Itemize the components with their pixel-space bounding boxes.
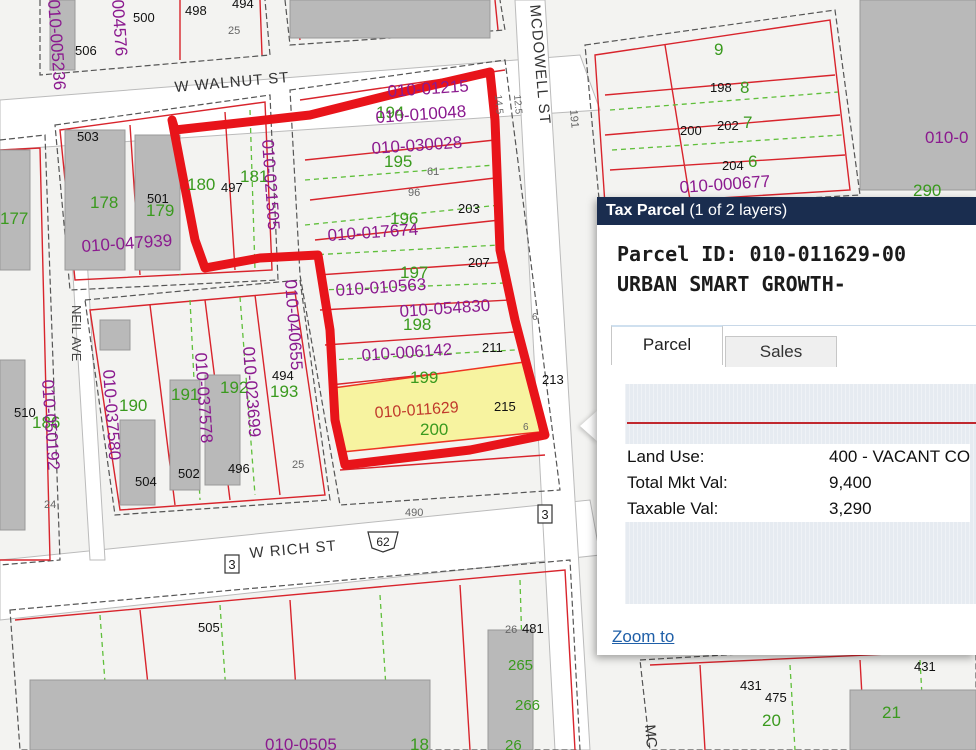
parcel-tab-panel: Land Use: 400 - VACANT CO Total Mkt Val:… (625, 384, 976, 604)
popup-header-title: Tax Parcel (606, 202, 685, 219)
svg-text:475: 475 (765, 690, 787, 705)
popup-header: Tax Parcel (1 of 2 layers) (597, 197, 976, 225)
svg-text:505: 505 (198, 620, 220, 635)
svg-text:500: 500 (133, 10, 155, 25)
zoom-to-link[interactable]: Zoom to (612, 627, 674, 647)
svg-text:3: 3 (228, 557, 235, 572)
svg-text:96: 96 (408, 187, 420, 199)
svg-text:498: 498 (185, 3, 207, 18)
attribute-table: Land Use: 400 - VACANT CO Total Mkt Val:… (625, 444, 971, 522)
attr-key: Land Use: (625, 444, 825, 470)
svg-text:199: 199 (410, 368, 438, 387)
svg-text:266: 266 (515, 697, 540, 714)
svg-text:215: 215 (494, 399, 516, 414)
svg-text:200: 200 (680, 123, 702, 138)
tax-parcel-popup: Tax Parcel (1 of 2 layers) Parcel ID: 01… (597, 197, 976, 655)
table-row: Total Mkt Val: 9,400 (625, 470, 971, 496)
svg-text:494: 494 (232, 0, 254, 11)
svg-text:265: 265 (508, 657, 533, 674)
popup-header-layer-count: (1 of 2 layers) (689, 202, 788, 219)
svg-text:25: 25 (292, 459, 304, 471)
svg-text:190: 190 (119, 396, 147, 415)
popup-title: Parcel ID: 010-011629-00 URBAN SMART GRO… (597, 225, 976, 299)
svg-text:010-0505: 010-0505 (265, 735, 337, 750)
svg-text:200: 200 (420, 420, 448, 439)
svg-text:62: 62 (376, 535, 390, 549)
svg-text:20: 20 (762, 711, 781, 730)
owner-name-text: URBAN SMART GROWTH- (617, 272, 846, 296)
attr-key: Total Mkt Val: (625, 470, 825, 496)
svg-text:179: 179 (146, 201, 174, 220)
svg-text:193: 193 (270, 382, 298, 401)
svg-text:18: 18 (410, 735, 429, 750)
svg-text:9: 9 (714, 40, 723, 59)
tab-parcel[interactable]: Parcel (611, 325, 723, 365)
svg-text:26: 26 (505, 737, 522, 750)
svg-text:506: 506 (75, 43, 97, 58)
svg-text:431: 431 (914, 659, 936, 674)
svg-text:503: 503 (77, 129, 99, 144)
svg-text:010-0: 010-0 (925, 128, 968, 147)
street-label-mcdowell-lower: MC (641, 724, 660, 749)
svg-text:431: 431 (740, 678, 762, 693)
attr-value: 400 - VACANT CO (825, 444, 971, 470)
svg-text:21: 21 (882, 703, 901, 722)
svg-text:481: 481 (522, 621, 544, 636)
svg-text:504: 504 (135, 474, 157, 489)
attr-value: 9,400 (825, 470, 971, 496)
svg-text:6: 6 (532, 312, 538, 323)
svg-text:198: 198 (710, 80, 732, 95)
svg-text:490: 490 (405, 507, 423, 519)
table-row: Taxable Val: 3,290 (625, 496, 971, 522)
svg-text:8: 8 (740, 78, 749, 97)
svg-text:203: 203 (458, 201, 480, 216)
svg-text:7: 7 (743, 113, 752, 132)
attr-key: Taxable Val: (625, 496, 825, 522)
tab-sales[interactable]: Sales (725, 336, 837, 367)
svg-text:177: 177 (0, 209, 28, 228)
svg-text:213: 213 (542, 372, 564, 387)
popup-pointer (580, 410, 598, 442)
svg-text:202: 202 (717, 118, 739, 133)
svg-text:191: 191 (567, 109, 581, 128)
svg-text:25: 25 (228, 25, 240, 37)
svg-text:502: 502 (178, 466, 200, 481)
svg-text:6: 6 (748, 152, 757, 171)
svg-text:178: 178 (90, 193, 118, 212)
svg-text:26: 26 (505, 624, 517, 636)
svg-text:211: 211 (482, 340, 503, 355)
svg-text:204: 204 (722, 158, 744, 173)
svg-text:3: 3 (541, 507, 548, 522)
table-row: Land Use: 400 - VACANT CO (625, 444, 971, 470)
svg-text:180: 180 (187, 175, 215, 194)
panel-divider (627, 422, 976, 424)
svg-text:12.5: 12.5 (511, 94, 524, 115)
attr-value: 3,290 (825, 496, 971, 522)
parcel-id-text: Parcel ID: 010-011629-00 (617, 242, 906, 266)
svg-text:496: 496 (228, 461, 250, 476)
svg-text:14.5: 14.5 (492, 94, 505, 115)
svg-text:61: 61 (427, 166, 439, 178)
svg-text:207: 207 (468, 255, 490, 270)
svg-text:24: 24 (44, 499, 56, 511)
svg-text:004576: 004576 (108, 0, 131, 57)
svg-text:6: 6 (523, 422, 529, 433)
street-label-neil: NEIL AVE (69, 305, 84, 362)
